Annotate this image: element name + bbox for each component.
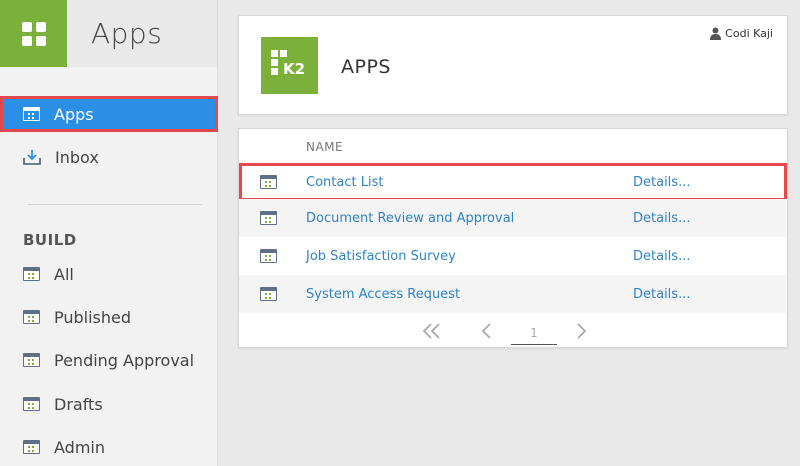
sidebar: Apps Apps Inbox BUILD All Published Pend… bbox=[0, 0, 218, 466]
app-icon bbox=[260, 249, 277, 263]
app-icon bbox=[260, 211, 277, 225]
page-title: APPS bbox=[341, 56, 391, 78]
column-header-name[interactable]: NAME bbox=[306, 140, 343, 154]
app-name-link[interactable]: Contact List bbox=[306, 175, 383, 190]
sidebar-item-inbox[interactable]: Inbox bbox=[0, 139, 218, 175]
chevron-left-icon[interactable] bbox=[480, 321, 494, 346]
sidebar-item-label: All bbox=[54, 264, 74, 284]
app-icon bbox=[260, 287, 277, 301]
app-icon bbox=[23, 310, 40, 324]
sidebar-item-admin[interactable]: Admin bbox=[0, 429, 218, 465]
details-link[interactable]: Details... bbox=[633, 287, 690, 302]
sidebar-item-label: Admin bbox=[54, 437, 105, 457]
sidebar-item-label: Pending Approval bbox=[54, 350, 195, 370]
inbox-icon bbox=[23, 149, 41, 165]
app-name-link[interactable]: System Access Request bbox=[306, 287, 460, 302]
chevron-right-icon[interactable] bbox=[574, 321, 588, 346]
sidebar-item-apps[interactable]: Apps bbox=[0, 96, 218, 132]
apps-icon bbox=[23, 107, 40, 121]
details-link[interactable]: Details... bbox=[633, 249, 690, 264]
sidebar-header: Apps bbox=[0, 0, 217, 67]
app-icon bbox=[23, 353, 40, 367]
sidebar-item-drafts[interactable]: Drafts bbox=[0, 386, 218, 422]
sidebar-item-published[interactable]: Published bbox=[0, 299, 218, 335]
sidebar-item-all[interactable]: All bbox=[0, 256, 218, 292]
apps-table: NAME Contact List Details... Document Re… bbox=[238, 128, 788, 348]
app-icon bbox=[23, 440, 40, 454]
header-card: K2 APPS Codi Kaji bbox=[238, 15, 788, 115]
sidebar-item-pending-approval[interactable]: Pending Approval bbox=[0, 342, 218, 378]
apps-grid-icon[interactable] bbox=[0, 0, 67, 67]
table-row[interactable]: Job Satisfaction Survey Details... bbox=[239, 237, 787, 275]
user-name: Codi Kaji bbox=[725, 27, 773, 40]
double-chevron-left-icon[interactable] bbox=[421, 321, 443, 346]
app-icon bbox=[23, 267, 40, 281]
page-number-input[interactable] bbox=[511, 321, 557, 345]
app-name-link[interactable]: Document Review and Approval bbox=[306, 211, 514, 226]
sidebar-item-label: Apps bbox=[54, 104, 94, 124]
pagination bbox=[239, 319, 787, 347]
user-menu[interactable]: Codi Kaji bbox=[710, 27, 773, 40]
section-label-build: BUILD bbox=[23, 231, 77, 249]
table-row[interactable]: System Access Request Details... bbox=[239, 275, 787, 313]
table-row[interactable]: Document Review and Approval Details... bbox=[239, 199, 787, 237]
sidebar-divider bbox=[28, 204, 202, 205]
sidebar-item-label: Published bbox=[54, 307, 132, 327]
details-link[interactable]: Details... bbox=[633, 175, 690, 190]
app-icon bbox=[260, 175, 277, 189]
details-link[interactable]: Details... bbox=[633, 211, 690, 226]
app-name-link[interactable]: Job Satisfaction Survey bbox=[306, 249, 456, 264]
user-icon bbox=[710, 27, 722, 40]
sidebar-item-label: Drafts bbox=[54, 394, 103, 414]
sidebar-title: Apps bbox=[91, 17, 163, 50]
table-row[interactable]: Contact List Details... bbox=[239, 163, 787, 201]
sidebar-item-label: Inbox bbox=[55, 147, 99, 167]
app-icon bbox=[23, 397, 40, 411]
k2-logo: K2 bbox=[261, 37, 318, 94]
logo-text: K2 bbox=[283, 60, 306, 78]
